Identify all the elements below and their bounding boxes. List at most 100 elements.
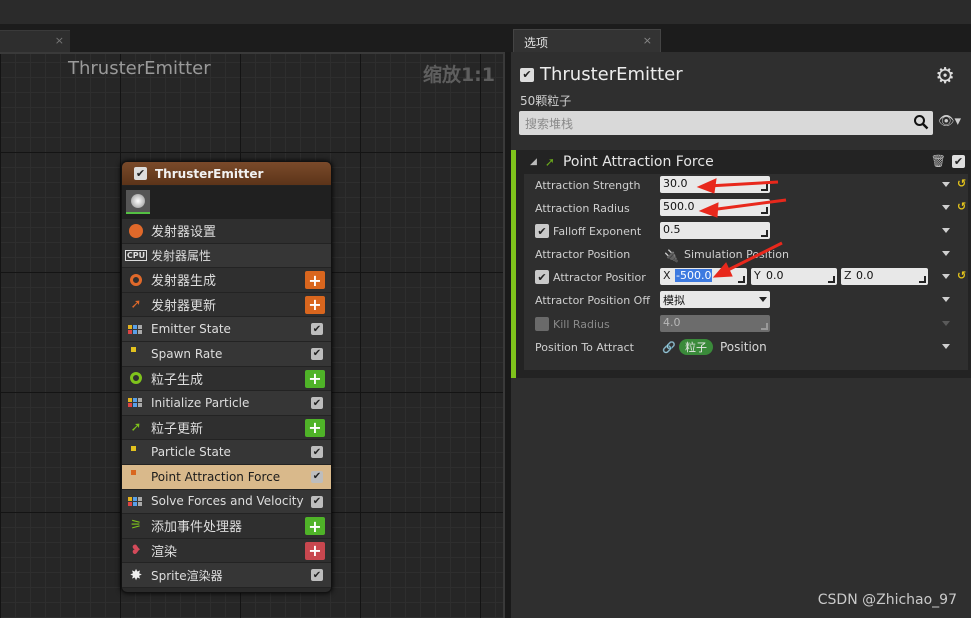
node-row-item-13[interactable]: ❥ 渲染 + — [122, 538, 331, 564]
particle-update-icon: ➚ — [130, 420, 142, 436]
node-row-label: Particle State — [151, 445, 231, 460]
tab-options[interactable]: 选项 × — [513, 29, 661, 52]
node-row-item-2[interactable]: 发射器生成 + — [122, 268, 331, 293]
add-module-button[interactable]: + — [305, 369, 325, 388]
attraction-strength-field[interactable]: 30.0 — [660, 176, 770, 193]
attractor-position-checkbox[interactable]: ✔ — [535, 270, 549, 284]
close-icon[interactable]: × — [55, 34, 64, 47]
property-row: ✔ Attractor Positior X -500.0 Y 0.0 Z 0.0 ↺ — [524, 266, 968, 289]
chevron-down-icon[interactable] — [942, 251, 950, 256]
node-row-label: 发射器生成 — [151, 274, 217, 290]
node-row-item-12[interactable]: ⚞ 添加事件处理器 + — [122, 514, 331, 539]
emitter-enable-checkbox[interactable]: ✔ — [520, 67, 534, 82]
node-header[interactable]: ✔ ThrusterEmitter — [122, 162, 331, 186]
node-row-item-0[interactable]: 发射器设置 — [122, 219, 331, 244]
gear-icon[interactable]: ⚙ — [935, 64, 955, 89]
add-module-button[interactable]: + — [305, 418, 325, 437]
chevron-down-icon[interactable] — [942, 182, 950, 187]
add-module-button[interactable]: + — [305, 295, 325, 314]
axis-label: Z — [844, 269, 852, 282]
module-dots-icon — [128, 493, 144, 509]
node-row-spawn-rate[interactable]: Spawn Rate ✔ — [122, 341, 331, 367]
property-row: Position To Attract 🔗 粒子 Position — [524, 336, 968, 359]
chevron-down-icon[interactable] — [942, 274, 950, 279]
eye-icon[interactable]: 👁▾ — [938, 114, 961, 129]
emitter-node[interactable]: ✔ ThrusterEmitter 发射器设置 CPU 发射器属性 发射器生成 + ➚ 发射… — [121, 161, 332, 593]
simulation-position-link[interactable]: 🔌 Simulation Position — [664, 248, 789, 263]
particle-thumbnail[interactable] — [126, 190, 150, 214]
attractor-position-y-field[interactable]: Y 0.0 — [751, 268, 837, 285]
module-enable-checkbox[interactable]: ✔ — [311, 347, 323, 360]
node-row-item-3[interactable]: ➚ 发射器更新 + — [122, 292, 331, 318]
attraction-radius-field[interactable]: 500.0 — [660, 199, 770, 216]
chevron-down-icon[interactable] — [942, 344, 950, 349]
module-dot-icon — [128, 469, 144, 485]
zoom-label: 缩放1:1 — [422, 64, 495, 86]
property-row: Attraction Strength 30.0 ↺ — [524, 174, 968, 197]
falloff-exponent-field[interactable]: 0.5 — [660, 222, 770, 239]
chevron-down-icon[interactable] — [942, 205, 950, 210]
module-enable-checkbox[interactable]: ✔ — [311, 446, 323, 459]
node-row-label: Point Attraction Force — [151, 469, 281, 484]
node-row-solve-forces-and-velocity[interactable]: Solve Forces and Velocity ✔ — [122, 489, 331, 515]
node-row-item-1[interactable]: CPU 发射器属性 — [122, 243, 331, 269]
module-dots-icon — [128, 395, 144, 411]
module-enable-checkbox[interactable]: ✔ — [311, 470, 323, 483]
falloff-exponent-checkbox[interactable]: ✔ — [535, 224, 549, 238]
add-module-button[interactable]: + — [305, 271, 325, 290]
property-label: Attractor Positior — [553, 271, 646, 284]
property-row: Attractor Position Off 模拟 — [524, 289, 968, 312]
add-module-button[interactable]: + — [305, 541, 325, 560]
module-enable-checkbox[interactable]: ✔ — [311, 397, 323, 410]
property-row: ✔ Falloff Exponent 0.5 — [524, 220, 968, 243]
module-section: ◢ ➚ Point Attraction Force 🗑 ✔ Attractio… — [511, 150, 971, 378]
node-row-label: 粒子更新 — [151, 422, 204, 438]
chevron-down-icon[interactable] — [942, 297, 950, 302]
update-arrow-icon: ➚ — [544, 155, 555, 169]
search-icon[interactable] — [913, 114, 929, 130]
field-value: 0.5 — [663, 223, 681, 236]
tab-options-label: 选项 — [524, 36, 549, 50]
node-row-sprite[interactable]: ✸ Sprite渲染器 ✔ — [122, 563, 331, 588]
add-module-button[interactable]: + — [305, 517, 325, 536]
node-row-initialize-particle[interactable]: Initialize Particle ✔ — [122, 391, 331, 416]
attribute-name[interactable]: Position — [720, 340, 767, 354]
cpu-icon: CPU — [124, 249, 148, 261]
reset-icon[interactable]: ↺ — [957, 177, 966, 190]
node-row-particle-state[interactable]: Particle State ✔ — [122, 440, 331, 465]
particle-count: 50颗粒子 — [520, 94, 572, 108]
node-row-item-8[interactable]: ➚ 粒子更新 + — [122, 415, 331, 441]
module-enable-checkbox[interactable]: ✔ — [952, 155, 965, 168]
node-row-emitter-state[interactable]: Emitter State ✔ — [122, 317, 331, 342]
search-input[interactable]: 搜索堆栈 — [519, 111, 933, 135]
namespace-chip: 粒子 — [679, 339, 713, 355]
node-row-point-attraction-force[interactable]: Point Attraction Force ✔ — [122, 464, 331, 490]
collapse-icon[interactable]: ◢ — [530, 157, 537, 167]
emitter-spawn-icon — [128, 272, 144, 288]
close-icon[interactable]: × — [643, 34, 652, 47]
enable-checkbox[interactable]: ✔ — [134, 167, 147, 180]
emitter-settings-icon — [128, 223, 144, 239]
watermark: CSDN @Zhichao_97 — [817, 592, 957, 608]
module-enable-checkbox[interactable]: ✔ — [311, 323, 323, 336]
node-row-label: 粒子生成 — [151, 372, 204, 388]
trash-icon[interactable]: 🗑 — [931, 154, 946, 168]
reset-icon[interactable]: ↺ — [957, 269, 966, 282]
property-label: Attraction Radius — [535, 202, 630, 215]
module-dot-icon — [128, 444, 144, 460]
module-header[interactable]: ◢ ➚ Point Attraction Force 🗑 ✔ — [524, 152, 968, 172]
node-row-label: 添加事件处理器 — [151, 520, 243, 536]
graph-tab[interactable]: × — [0, 30, 70, 52]
property-label: Position To Attract — [535, 341, 634, 354]
coordinate-space-select[interactable]: 模拟 — [660, 291, 770, 308]
attractor-position-z-field[interactable]: Z 0.0 — [841, 268, 928, 285]
module-dot-icon — [128, 346, 144, 362]
attractor-position-x-field[interactable]: X -500.0 — [660, 268, 747, 285]
chevron-down-icon[interactable] — [942, 228, 950, 233]
kill-radius-checkbox[interactable] — [535, 317, 549, 331]
module-enable-checkbox[interactable]: ✔ — [311, 569, 323, 582]
node-row-label: Initialize Particle — [151, 395, 250, 410]
module-enable-checkbox[interactable]: ✔ — [311, 495, 323, 508]
node-row-item-6[interactable]: 粒子生成 + — [122, 366, 331, 392]
reset-icon[interactable]: ↺ — [957, 200, 966, 213]
